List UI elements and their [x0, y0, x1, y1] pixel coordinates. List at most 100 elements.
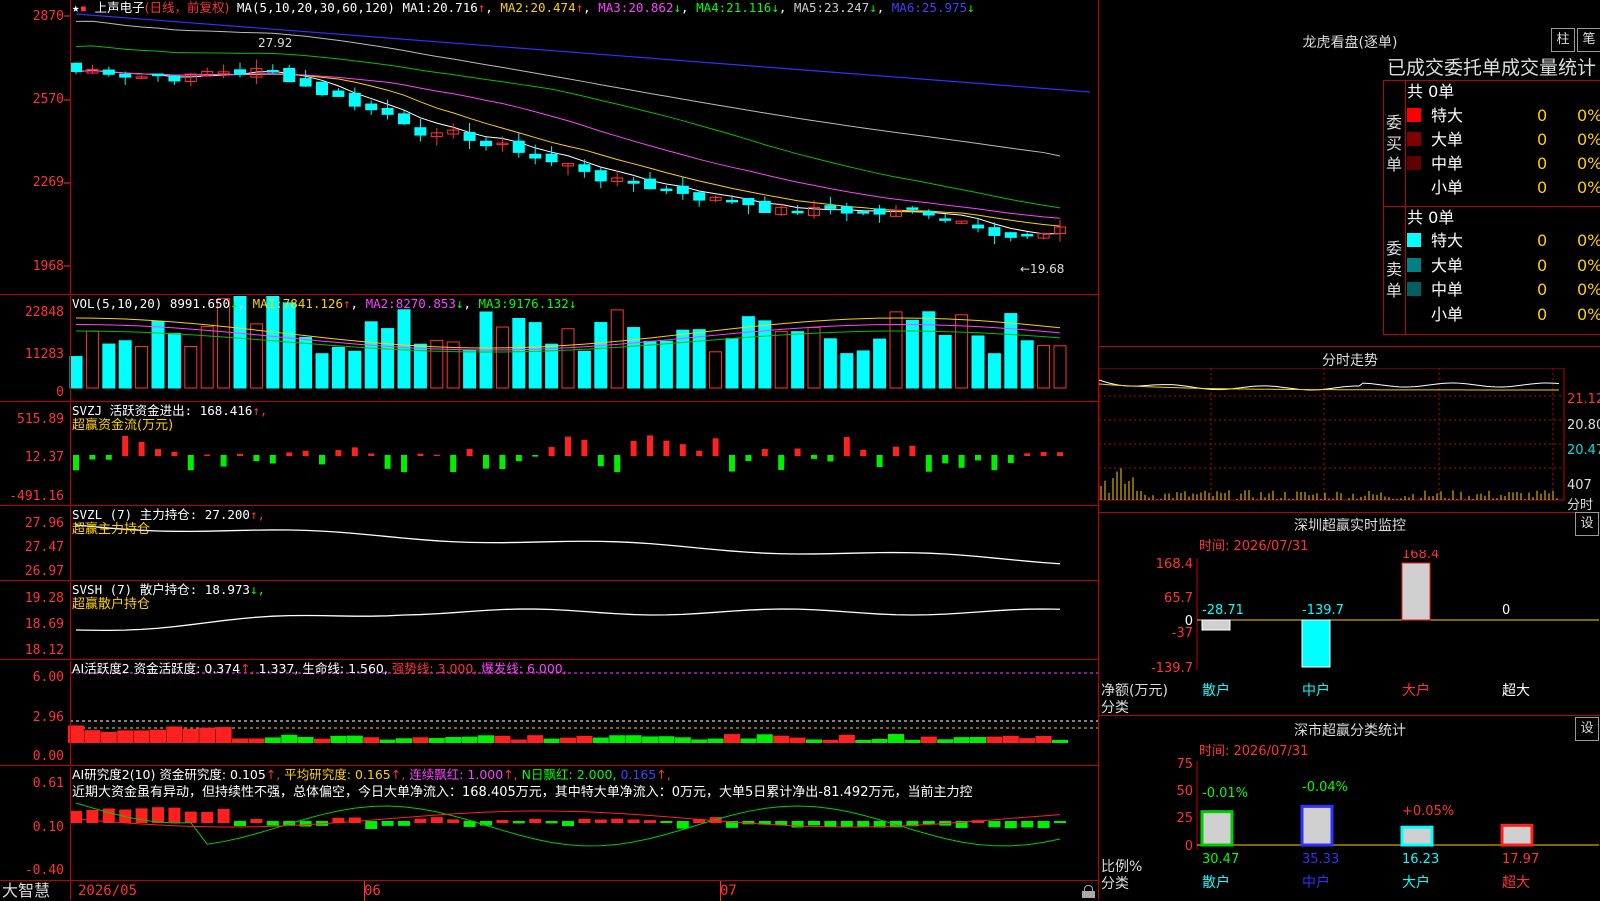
volume-bar: [528, 322, 542, 389]
net-amount-chart[interactable]: 168.465.70-37-139.7-28.71 -139.7168.40散户中…: [1099, 550, 1600, 720]
volume-bar: [217, 298, 231, 389]
candle-body: [512, 140, 525, 153]
main-chart-area[interactable]: 2870 2570 2269 1968 ★▪ 上声电子(日线，前复权) MA(5…: [0, 0, 1098, 901]
svsh-pane[interactable]: 19.28 18.69 18.12 SVSH (7) 散户持仓: 18.973↓…: [0, 582, 1098, 660]
svsh-arrow: ↓,: [249, 582, 266, 597]
activity-bar: [412, 737, 429, 743]
research-bar: [529, 818, 542, 823]
flow-bar: [827, 455, 834, 462]
row-name: 中单: [1431, 154, 1464, 173]
ai-activity-pane[interactable]: 6.00 2.96 0.00 AI活跃度2 资金活跃度: 0.374↑, 1.3…: [0, 661, 1098, 766]
monitor-value: 0: [1502, 603, 1510, 618]
volume-pane[interactable]: 22848 11283 0 VOL(5,10,20) 8991.650↓, MA…: [0, 296, 1098, 402]
activity-bar: [117, 730, 134, 743]
volume-bar: [938, 335, 952, 389]
activity-bar: [166, 726, 183, 743]
flow-bar: [729, 455, 735, 472]
order-stat-col: [1405, 80, 1406, 335]
candle-body: [529, 153, 542, 159]
candle-body: [906, 207, 919, 210]
research-bar: [266, 821, 279, 826]
svzj-pane[interactable]: 515.89 12.37 -491.16 SVZJ 活跃资金进出: 168.41…: [0, 403, 1098, 506]
ai-research-pane[interactable]: 0.61 0.10 -0.40 AI研究度2(10) 资金研究度: 0.105↑…: [0, 767, 1098, 880]
row-pct: 0%: [1577, 106, 1600, 125]
candlestick-chart[interactable]: [0, 0, 1098, 295]
research-bar: [676, 821, 689, 829]
candle-body: [316, 81, 328, 96]
monitor-value: -139.7: [1302, 603, 1344, 618]
activity-bar: [346, 735, 363, 743]
class-bar: [1500, 823, 1534, 847]
date-label: 07: [720, 883, 737, 899]
row-vol: 0: [1537, 256, 1548, 275]
activity-bar: [838, 734, 855, 743]
candle-body: [873, 208, 886, 215]
buy-row-small: 小单 0 0%: [1407, 176, 1600, 200]
candle-body: [824, 205, 837, 209]
activity-bar: [822, 739, 839, 743]
note-toggle-button[interactable]: 笔: [1577, 28, 1600, 52]
price-pane[interactable]: 2870 2570 2269 1968 ★▪ 上声电子(日线，前复权) MA(5…: [0, 0, 1098, 295]
flow-bar: [138, 441, 145, 456]
app-logo[interactable]: 大智慧: [2, 881, 50, 901]
candle-body: [545, 153, 558, 163]
flow-bar: [351, 447, 358, 456]
research-bar: [184, 811, 197, 823]
vol-header: VOL(5,10,20) 8991.650↓, MA1:7841.126↑, M…: [72, 296, 577, 311]
flow-bar: [335, 450, 342, 456]
svzj-header: SVZJ 活跃资金进出: 168.416↑,: [72, 403, 267, 419]
svsh-tick: 19.28: [24, 591, 64, 606]
ai1-v2: 1.337,: [258, 661, 299, 676]
candle-body: [578, 164, 591, 172]
volume-bar: [659, 340, 673, 389]
activity-bar: [150, 729, 166, 743]
ratio-chart[interactable]: 75 50 25 0 -0.01% -0.04% +0.05% 30.47 35.33 16.23…: [1099, 755, 1600, 900]
y-axis-line: [70, 0, 71, 294]
candle-body: [299, 78, 312, 87]
svsh-tick: 18.12: [24, 643, 64, 658]
flow-bar: [1024, 453, 1031, 456]
bar-toggle-button[interactable]: 柱: [1551, 28, 1575, 52]
row-name: 小单: [1431, 178, 1464, 197]
flow-bar: [122, 436, 129, 456]
activity-bar: [215, 727, 232, 743]
ma2-value: 20.474: [530, 0, 576, 15]
monitor-settings-button[interactable]: 设: [1575, 512, 1599, 536]
flow-bar: [843, 437, 850, 456]
vol-ma2-label: MA2:: [365, 296, 396, 311]
volume-bar: [905, 319, 919, 389]
flow-bar: [237, 453, 243, 456]
activity-bar: [379, 739, 396, 743]
volume-bar: [315, 353, 329, 389]
stock-name[interactable]: 上声电子: [95, 0, 145, 15]
star-icon[interactable]: ★: [72, 0, 80, 15]
ma4-value: 21.116: [726, 0, 772, 15]
volume-bar: [102, 343, 116, 389]
sell-total: 共 0单: [1407, 208, 1455, 227]
activity-bar: [855, 739, 872, 743]
research-chart[interactable]: [0, 767, 1098, 880]
ai1-header: AI活跃度2 资金活跃度: 0.374↑, 1.337, 生命线: 1.560,…: [72, 661, 567, 677]
category-label: 散户: [1202, 682, 1230, 699]
y-axis-line: [70, 403, 71, 505]
date-tick: [720, 881, 721, 901]
activity-bar: [592, 737, 609, 743]
flow-bar: [794, 448, 801, 456]
svzl-value: 27.200: [204, 507, 250, 522]
ai2-a2: ↑,: [390, 767, 406, 782]
intraday-chart[interactable]: [1099, 368, 1600, 518]
flow-bar: [1007, 455, 1014, 463]
class-settings-button[interactable]: 设: [1575, 717, 1599, 741]
volume-bar: [774, 331, 788, 389]
activity-bar: [871, 738, 888, 743]
right-panel: 龙虎看盘(逐单) 柱 笔 已成交委托单成交量统计 委买单 共 0单 特大 0 0% …: [1098, 0, 1600, 900]
volume-bar: [118, 340, 132, 389]
flow-bar: [679, 444, 686, 456]
candle-body: [660, 188, 673, 192]
vol-ma1-value: 7841.126: [282, 296, 343, 311]
svzl-pane[interactable]: 27.96 27.47 26.97 SVZL (7) 主力持仓: 27.200↑…: [0, 507, 1098, 581]
candle-body: [988, 227, 1001, 236]
volume-bar: [1004, 313, 1018, 389]
period-label[interactable]: (日线，前复权): [145, 0, 230, 15]
activity-bar: [691, 739, 708, 743]
